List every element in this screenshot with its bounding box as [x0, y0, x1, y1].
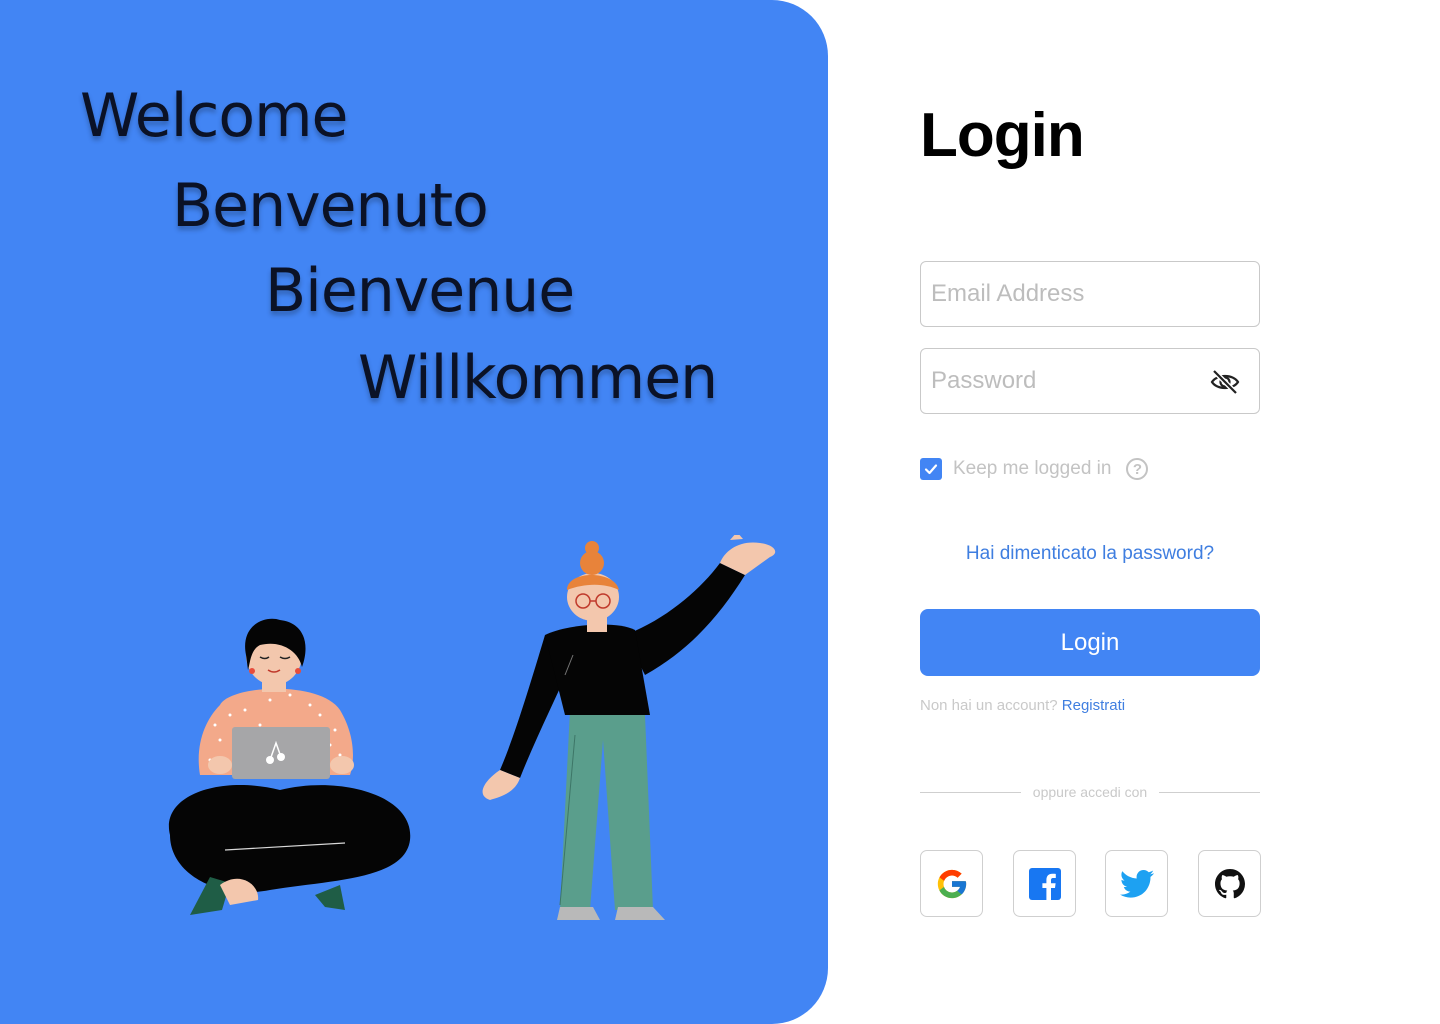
- twitter-login-button[interactable]: [1105, 850, 1168, 917]
- login-button[interactable]: Login: [920, 609, 1260, 676]
- twitter-icon: [1119, 869, 1154, 898]
- email-input[interactable]: [921, 262, 1201, 326]
- email-field-container: [920, 261, 1260, 327]
- password-input[interactable]: [921, 349, 1201, 413]
- google-login-button[interactable]: [920, 850, 983, 917]
- keep-logged-in-row: Keep me logged in ?: [920, 456, 1149, 482]
- divider-text: oppure accedi con: [1032, 784, 1148, 800]
- facebook-login-button[interactable]: [1013, 850, 1076, 917]
- social-divider: oppure accedi con: [920, 782, 1261, 802]
- eye-off-icon[interactable]: [1209, 366, 1241, 398]
- facebook-icon: [1028, 867, 1061, 901]
- page-title: Login: [920, 101, 1085, 170]
- signup-link[interactable]: Registrati: [1062, 697, 1125, 714]
- check-icon: [924, 464, 938, 475]
- keep-logged-in-checkbox[interactable]: [920, 458, 942, 480]
- greeting-welcome: Welcome: [80, 81, 348, 151]
- standing-woman-illustration: [482, 535, 776, 920]
- greeting-willkommen: Willkommen: [358, 343, 718, 413]
- divider-line-right: [1159, 791, 1261, 793]
- keep-logged-in-label: Keep me logged in: [953, 458, 1112, 479]
- signup-prompt: Non hai un account?: [920, 697, 1058, 714]
- seated-woman-laptop-illustration: [168, 618, 411, 915]
- password-field-container: [920, 348, 1260, 414]
- question-icon[interactable]: ?: [1126, 458, 1149, 480]
- divider-line-left: [920, 791, 1021, 793]
- greeting-bienvenue: Bienvenue: [265, 256, 575, 326]
- google-icon: [937, 869, 966, 898]
- forgot-password-link[interactable]: Hai dimenticato la password?: [920, 543, 1260, 565]
- signup-row: Non hai un account? Registrati: [920, 697, 1125, 714]
- github-icon: [1214, 868, 1245, 898]
- github-login-button[interactable]: [1198, 850, 1261, 917]
- greeting-benvenuto: Benvenuto: [172, 171, 489, 241]
- welcome-panel: Welcome Benvenuto Bienvenue Willkommen: [0, 0, 828, 1024]
